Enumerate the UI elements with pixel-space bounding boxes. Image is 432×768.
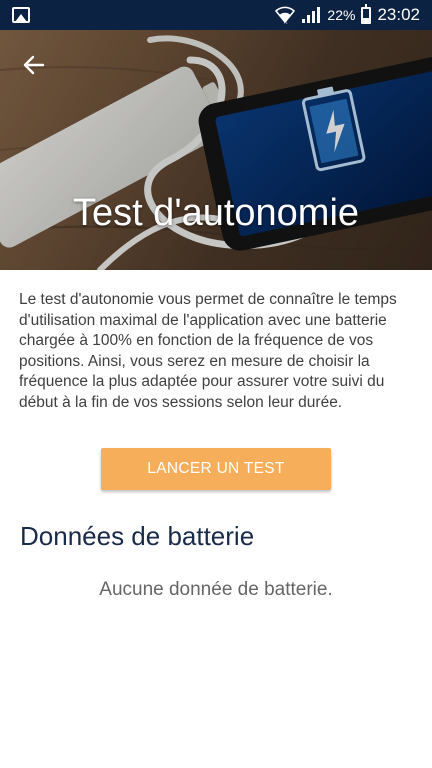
svg-text:↑↓: ↑↓: [283, 20, 288, 24]
status-right: ↑↓ 22% 23:02: [275, 3, 420, 25]
status-left: [12, 7, 30, 23]
back-button[interactable]: [14, 48, 54, 82]
header-hero: Test d'autonomie: [0, 30, 432, 270]
back-arrow-icon: [23, 55, 45, 75]
page-title: Test d'autonomie: [72, 192, 360, 234]
status-bar: ↑↓ 22% 23:02: [0, 0, 432, 30]
gallery-icon: [12, 7, 30, 23]
description-text: Le test d'autonomie vous permet de conna…: [19, 291, 397, 411]
battery-percent: 22%: [327, 7, 356, 23]
signal-icon: [302, 7, 321, 23]
battery-icon: [361, 3, 372, 24]
battery-data-empty-message: Aucune donnée de batterie.: [99, 579, 333, 600]
battery-data-title: Données de batterie: [20, 521, 255, 551]
wifi-icon: ↑↓: [275, 6, 296, 24]
start-test-button[interactable]: LANCER UN TEST: [101, 448, 331, 490]
status-time: 23:02: [377, 5, 420, 24]
